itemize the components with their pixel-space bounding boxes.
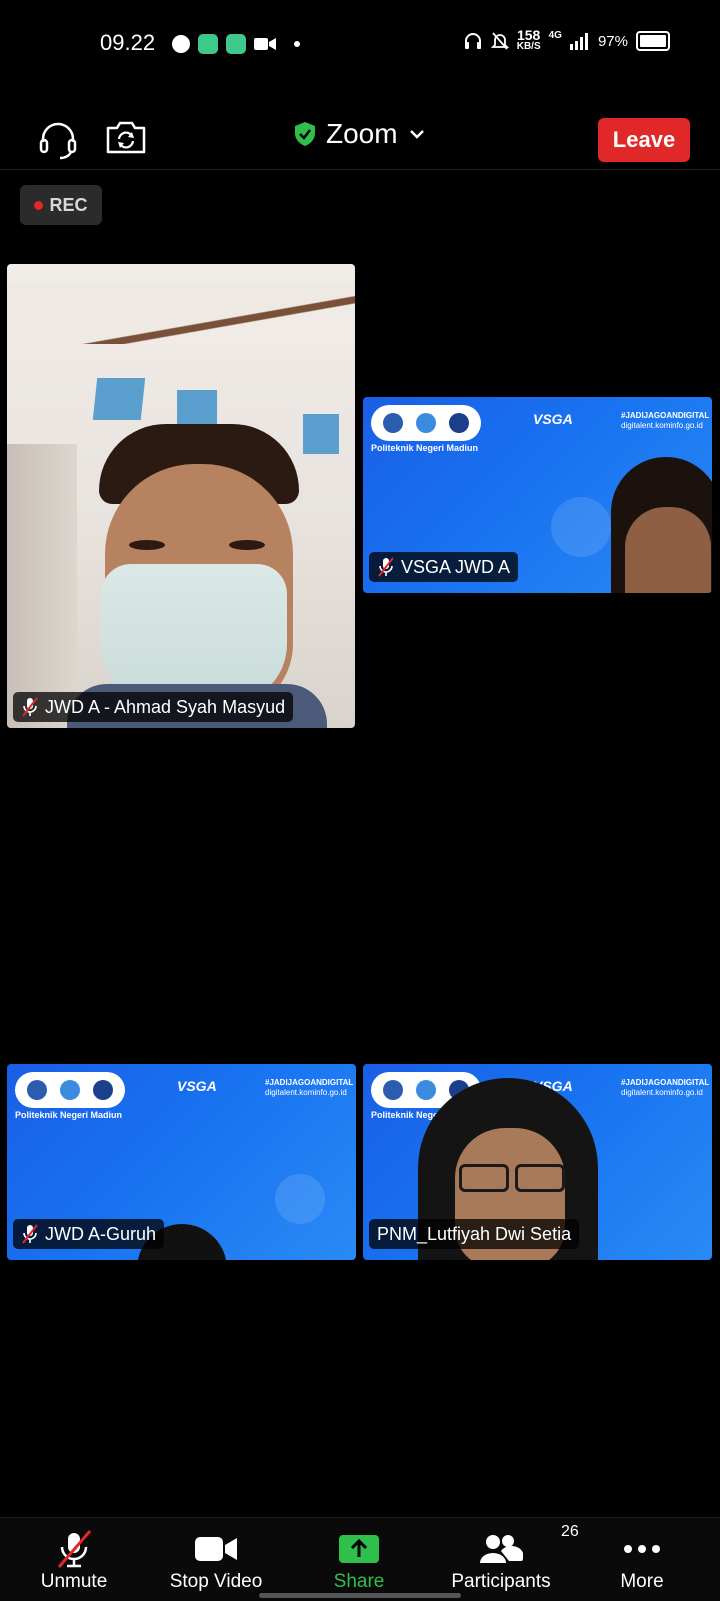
bell-muted-icon [490,32,509,50]
record-dot-icon [34,200,44,210]
sponsor-logos [15,1072,125,1108]
hashtag-label: #JADIJAGOANDIGITAL digitalent.kominfo.go.… [621,411,710,430]
participant-name-tag: PNM_Lutfiyah Dwi Setia [369,1219,580,1249]
recording-indicator: REC [20,185,102,225]
stop-video-label: Stop Video [169,1571,263,1592]
video-tile-participant-2[interactable]: Politeknik Negeri Madiun VSGA #JADIJAGOA… [363,397,712,593]
muted-mic-icon [22,1224,38,1244]
participant-name: JWD A - Ahmad Syah Masyud [45,696,286,717]
participant-name: PNM_Lutfiyah Dwi Setia [377,1223,572,1244]
signal-icon [569,33,588,50]
headset-icon [39,122,77,160]
face-mask [101,564,287,704]
stop-video-button[interactable]: Stop Video [160,1518,272,1601]
participant-name-tag: VSGA JWD A [369,552,519,582]
rec-label: REC [49,194,88,215]
participant-name: JWD A-Guruh [45,1223,157,1244]
video-camera-icon [195,1537,237,1561]
glasses-lens-left [459,1164,509,1192]
battery-icon [636,31,670,51]
eye-left [129,540,165,550]
ceiling-beam [7,284,355,344]
share-button[interactable]: Share [312,1518,406,1601]
meeting-title: Zoom [326,118,398,149]
muted-microphone-icon [57,1530,92,1568]
institution-label: Politeknik Negeri Madiun [15,1110,123,1120]
more-button[interactable]: More [594,1518,690,1601]
participant-face [625,507,711,593]
video-tile-participant-1[interactable]: JWD A - Ahmad Syah Masyud [7,264,355,728]
hashtag-label: #JADIJAGOANDIGITAL digitalent.kominfo.go.… [621,1078,710,1097]
notification-icons [172,32,300,56]
status-time: 09.22 [100,30,156,55]
unmute-button[interactable]: Unmute [26,1518,122,1601]
participant-name-tag: JWD A-Guruh [13,1219,165,1249]
window-pane [303,414,339,454]
participants-count: 26 [561,1523,579,1540]
headphones-icon [464,33,481,49]
decorative-circle [551,497,611,557]
sponsor-logos [371,405,481,441]
switch-camera-button[interactable] [105,118,147,161]
glasses-lens-right [515,1164,565,1192]
switch-camera-icon [106,121,146,154]
share-label: Share [333,1571,385,1592]
muted-mic-icon [378,557,394,577]
network-speed: 158 KB/S [516,27,541,52]
status-right: 158 KB/S 4G 97% [463,27,670,52]
app-notification-icon [198,34,218,54]
participant-name: VSGA JWD A [401,556,511,577]
audio-headset-button[interactable] [38,122,78,165]
eye-right [229,540,265,550]
window-pane [92,378,146,420]
video-camera-status-icon [254,38,276,50]
institution-label: Politeknik Negeri Madiun [371,443,479,453]
more-label: More [620,1571,664,1592]
program-label: VSGA [177,1078,217,1094]
leave-button[interactable]: Leave [598,118,690,162]
shield-check-icon [295,122,315,146]
more-dots-icon [624,1545,660,1553]
participants-icon [480,1535,523,1563]
program-label: VSGA [533,411,573,427]
more-notifications-dot [294,41,300,47]
hashtag-label: #JADIJAGOANDIGITAL digitalent.kominfo.go.… [265,1078,354,1097]
wall-shadow [7,444,77,728]
video-tile-participant-3[interactable]: Politeknik Negeri Madiun VSGA #JADIJAGOA… [7,1064,356,1260]
chat-bubble-icon [172,35,190,53]
muted-mic-icon [22,697,38,717]
battery-percent: 97% [597,32,628,50]
meeting-controls-bar: Unmute Stop Video Share 26 Participants … [0,1517,720,1601]
network-type: 4G [548,30,562,41]
participants-label: Participants [451,1571,551,1592]
participant-name-tag: JWD A - Ahmad Syah Masyud [13,692,294,722]
calculator-icon [226,34,246,54]
video-tile-participant-4[interactable]: Politeknik Negeri Madiun VSGA #JADIJAGOA… [363,1064,712,1260]
home-indicator[interactable] [259,1593,461,1598]
toolbar-divider [0,169,720,170]
decorative-circle [275,1174,325,1224]
window-pane [177,390,217,426]
meeting-title-dropdown[interactable]: Zoom [294,118,426,150]
participants-button[interactable]: 26 Participants [442,1518,578,1601]
unmute-label: Unmute [40,1571,108,1592]
chevron-down-icon [409,130,424,139]
share-screen-icon [339,1535,379,1563]
